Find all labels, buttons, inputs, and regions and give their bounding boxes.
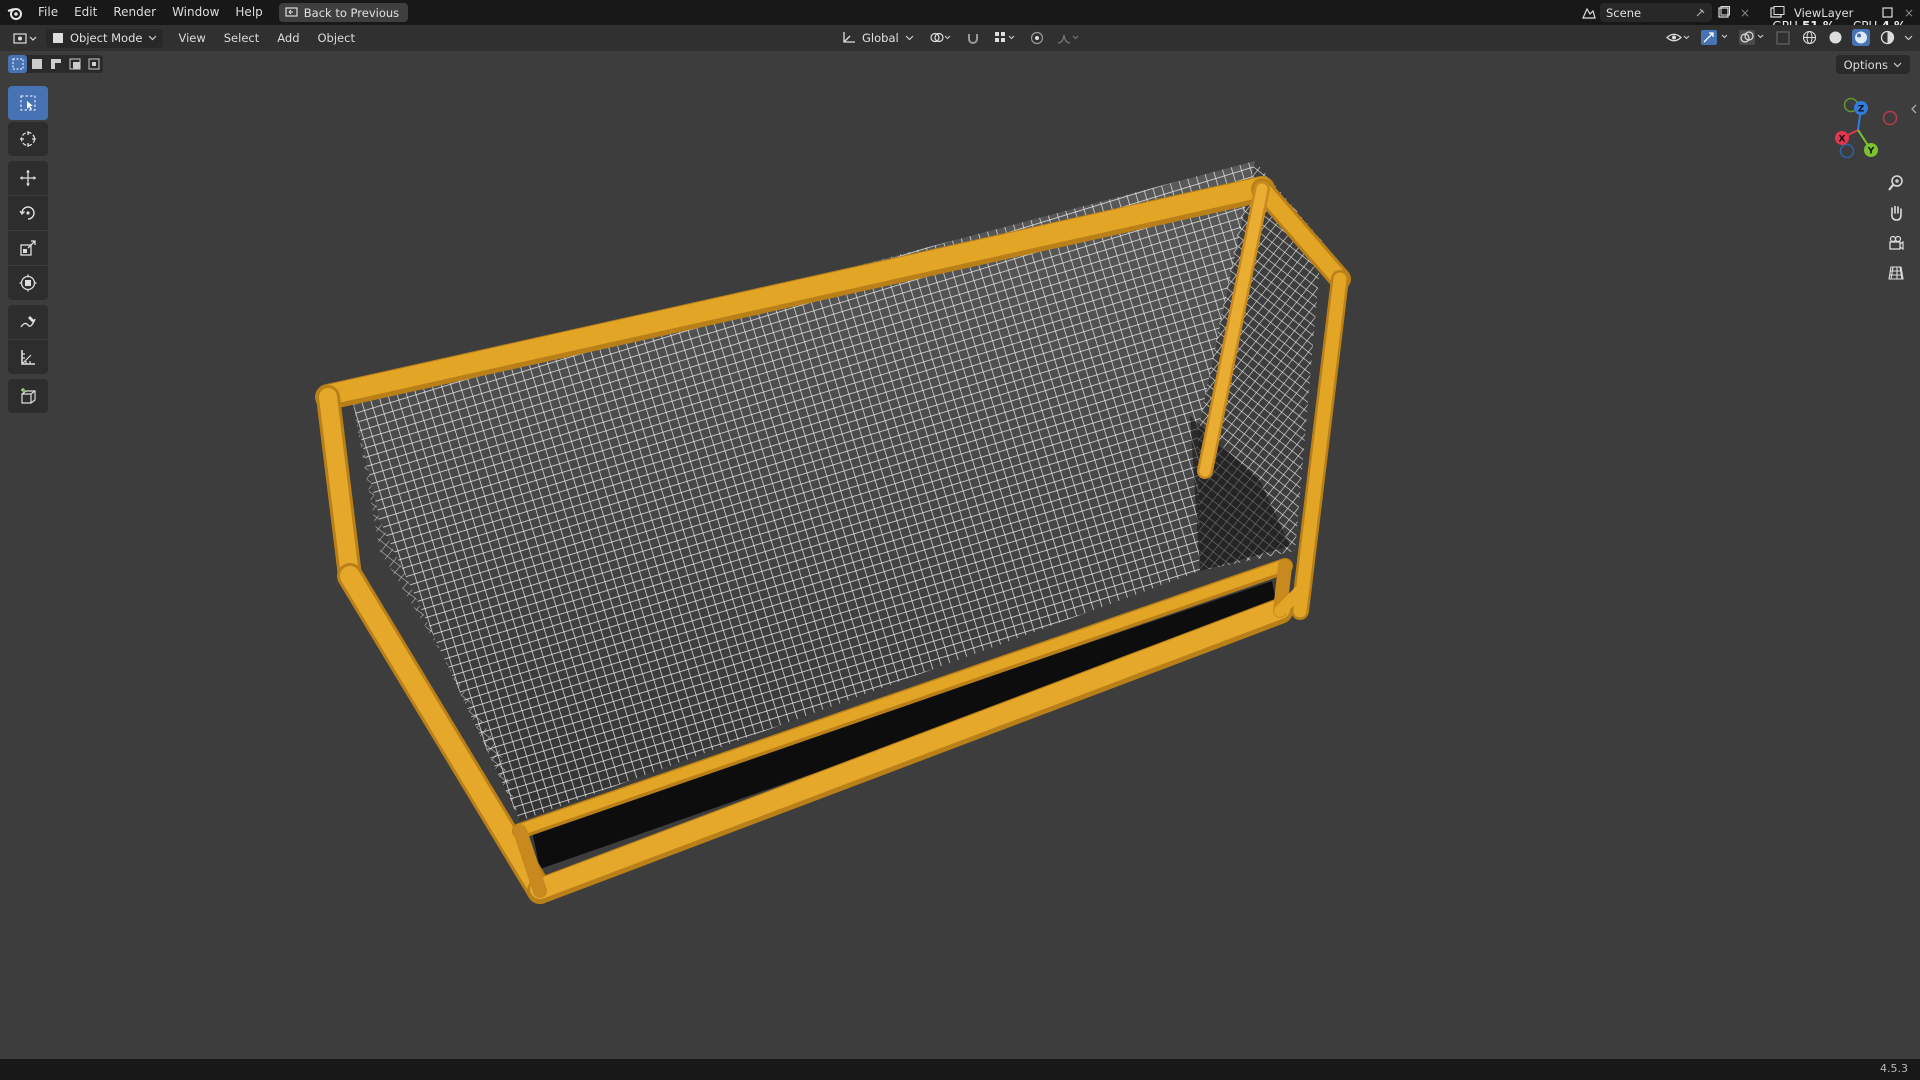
rendered-shading-icon[interactable] [1876,28,1898,47]
editor-type-icon[interactable] [10,29,40,48]
gizmo-toggle-icon[interactable] [1698,28,1734,47]
select-intersect-icon[interactable] [84,55,103,73]
menu-select[interactable]: Select [215,31,268,45]
select-subtract-icon[interactable] [46,55,65,73]
orientation-axes-icon [843,32,855,43]
back-to-previous-label: Back to Previous [303,5,400,20]
select-box-tool[interactable] [8,86,48,120]
measure-ruler-icon [21,350,35,365]
viewport-header: Object Mode View Select Add Object Globa… [0,25,1920,51]
gizmo-x-label: X [1839,135,1846,145]
perspective-grid-icon[interactable] [1882,259,1910,287]
3d-viewport[interactable] [0,51,1920,1059]
tool-shelf [8,86,48,414]
zoom-icon[interactable] [1882,169,1910,197]
top-menu-bar: File Edit Render Window Help Back to Pre… [0,0,1920,33]
menu-help[interactable]: Help [227,0,270,25]
move-tool[interactable] [8,161,48,195]
pivot-point-icon[interactable] [926,28,956,47]
scene-name-field[interactable]: Scene [1600,3,1712,22]
solid-shading-icon[interactable] [1824,28,1846,47]
camera-view-icon[interactable] [1882,229,1910,257]
orientation-label: Global [862,30,899,45]
blender-logo-icon[interactable] [0,0,30,25]
snap-target-icon[interactable] [990,28,1020,47]
sidebar-toggle-chevron-icon[interactable] [1910,104,1918,114]
rotate-icon [19,206,35,220]
pin-icon[interactable] [1695,7,1706,18]
selection-mode-group [8,55,103,73]
object-mode-icon [53,33,63,43]
menu-edit[interactable]: Edit [66,0,105,25]
view-layer-name: ViewLayer [1794,5,1854,20]
menu-add[interactable]: Add [268,31,308,45]
back-to-previous-button[interactable]: Back to Previous [278,3,409,22]
cursor-icon [20,131,36,147]
menu-object[interactable]: Object [309,31,364,45]
menu-view[interactable]: View [169,31,214,45]
goal-back-net-mesh [352,161,1255,821]
xray-toggle-icon[interactable] [1772,28,1794,47]
transform-icon [19,274,37,292]
back-screen-icon [285,7,298,17]
add-cube-tool[interactable] [8,379,48,413]
scale-tool[interactable] [8,231,48,265]
options-label: Options [1843,57,1888,72]
scene-browse-icon[interactable] [1578,3,1600,22]
scale-icon [20,240,36,256]
select-new-icon[interactable] [8,55,27,73]
navigation-gizmo[interactable]: Z X Y [1820,94,1906,166]
version-label: 4.5.3 [1880,1062,1908,1075]
goal-object[interactable] [315,161,1351,904]
add-cube-icon [21,388,36,404]
mode-label: Object Mode [70,31,143,45]
status-bar: 4.5.3 [0,1059,1920,1080]
transform-orientation-dropdown[interactable]: Global [836,28,920,47]
transform-tool[interactable] [8,266,48,300]
snap-magnet-icon[interactable] [962,28,984,47]
new-scene-icon[interactable] [1712,3,1734,22]
transform-tools: Global [836,28,1084,47]
viewport-scene [315,161,1351,904]
rotate-tool[interactable] [8,196,48,230]
select-extend-icon[interactable] [27,55,46,73]
menu-file[interactable]: File [30,0,66,25]
annotate-tool[interactable] [8,305,48,339]
menu-render[interactable]: Render [105,0,164,25]
shading-options-chevron-icon[interactable] [1902,28,1914,47]
gizmo-y-label: Y [1867,147,1875,157]
wireframe-shading-icon[interactable] [1798,28,1820,47]
chevron-down-icon [149,35,157,41]
pan-hand-icon[interactable] [1882,199,1910,227]
viewport-display-tools [1664,28,1914,47]
delete-scene-icon[interactable]: × [1734,3,1756,22]
menu-window[interactable]: Window [164,0,227,25]
options-dropdown[interactable]: Options [1835,55,1910,74]
cursor-tool[interactable] [8,122,48,156]
measure-tool[interactable] [8,340,48,374]
move-icon [20,170,36,186]
annotate-pencil-icon [20,316,36,328]
object-mode-dropdown[interactable]: Object Mode [46,28,164,48]
chevron-down-icon [905,35,914,40]
overlays-toggle-icon[interactable] [1738,28,1768,47]
material-preview-shading-icon[interactable] [1850,28,1872,47]
scene-name: Scene [1606,5,1642,20]
falloff-curve-icon[interactable] [1054,28,1084,47]
proportional-editing-icon[interactable] [1026,28,1048,47]
select-invert-icon[interactable] [65,55,84,73]
visibility-eye-icon[interactable] [1664,28,1694,47]
gizmo-z-label: Z [1858,105,1865,115]
select-box-icon [20,95,36,111]
chevron-down-icon [1893,62,1902,67]
